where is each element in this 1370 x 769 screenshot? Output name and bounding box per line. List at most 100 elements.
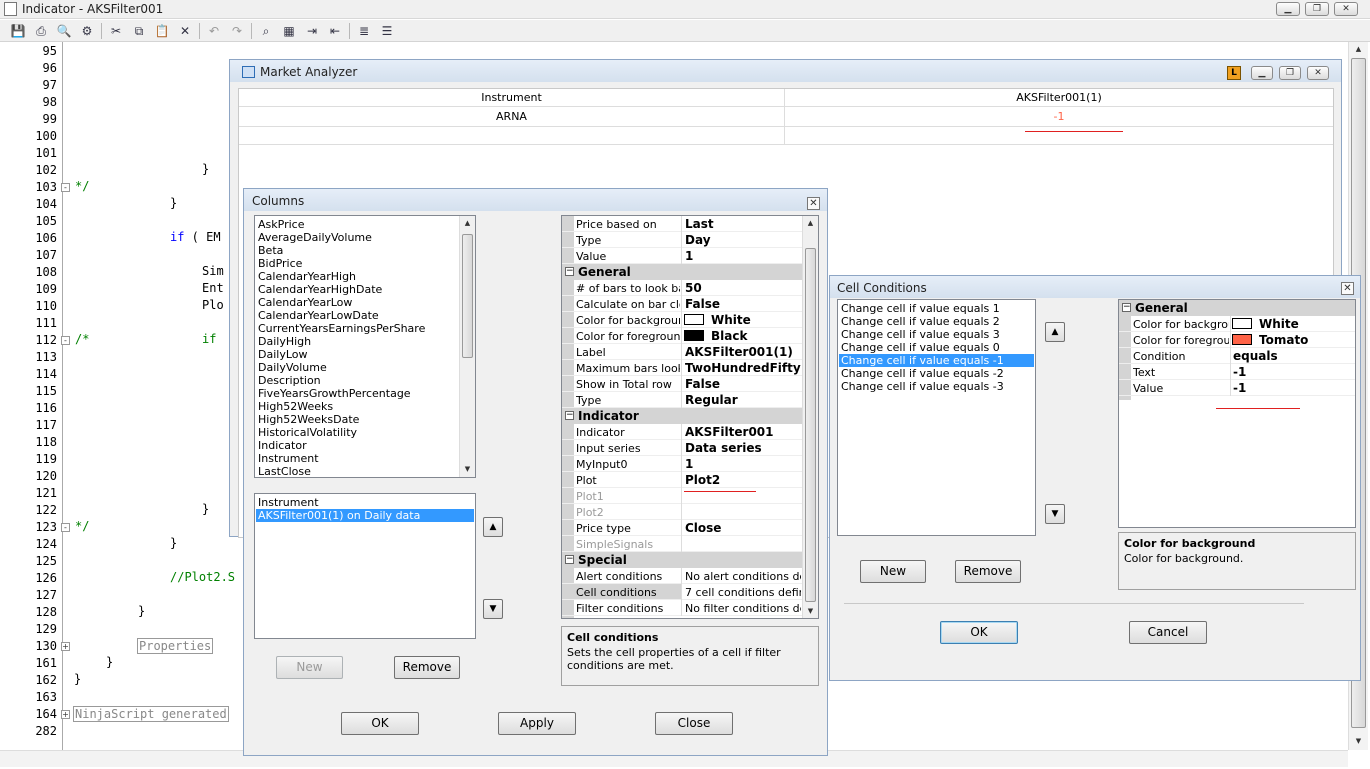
new-condition-button[interactable]: New — [860, 560, 926, 583]
list-item[interactable]: DailyLow — [258, 348, 308, 361]
property-row[interactable]: Color for background White — [1119, 316, 1355, 332]
list-item[interactable]: CalendarYearLowDate — [258, 309, 379, 322]
list-item[interactable]: Description — [258, 374, 321, 387]
property-row[interactable]: Label AKSFilter001(1) — [562, 344, 818, 360]
list-item[interactable]: HistoricalVolatility — [258, 426, 357, 439]
available-scrollbar[interactable]: ▲ ▼ — [459, 216, 475, 477]
property-row[interactable]: SimpleSignals — [562, 536, 818, 552]
cell-conditions-close-icon[interactable]: ✕ — [1341, 282, 1354, 295]
list-item[interactable]: LastClose — [258, 465, 311, 478]
category-general[interactable]: − General — [1119, 300, 1355, 316]
list-item[interactable]: High52WeeksDate — [258, 413, 359, 426]
fold-toggle-icon[interactable]: + — [61, 642, 70, 651]
print-preview-icon[interactable]: 🔍 — [56, 23, 72, 39]
scroll-down-icon[interactable]: ▼ — [460, 462, 475, 476]
delete-icon[interactable]: ✕ — [177, 23, 193, 39]
move-down-button[interactable]: ▼ — [483, 599, 503, 619]
scroll-thumb[interactable] — [805, 248, 816, 602]
property-row[interactable]: Input series Data series — [562, 440, 818, 456]
conditions-list[interactable]: Change cell if value equals 1 Change cell… — [837, 299, 1036, 536]
find-replace-icon[interactable]: ▦ — [281, 23, 297, 39]
property-row[interactable]: Color for backgroundWhite — [562, 312, 818, 328]
scroll-down-icon[interactable]: ▼ — [1349, 734, 1368, 748]
print-icon[interactable]: ⎙ — [33, 23, 49, 39]
ma-close-button[interactable]: ✕ — [1307, 66, 1329, 80]
columns-ok-button[interactable]: OK — [341, 712, 419, 735]
list-item[interactable]: BidPrice — [258, 257, 302, 270]
property-row[interactable]: Show in Total row False — [562, 376, 818, 392]
property-row[interactable]: Color for foreground Tomato — [1119, 332, 1355, 348]
cell-instrument[interactable]: ARNA — [239, 107, 785, 127]
list-item[interactable]: Instrument — [258, 496, 319, 509]
selected-columns-list[interactable]: Instrument AKSFilter001(1) on Daily data — [254, 493, 476, 639]
category-general[interactable]: − General — [562, 264, 818, 280]
property-row[interactable]: Plot Plot2 — [562, 472, 818, 488]
scroll-up-icon[interactable]: ▲ — [460, 216, 475, 230]
ma-maximize-button[interactable]: ❐ — [1279, 66, 1301, 80]
copy-icon[interactable]: ⧉ — [131, 23, 147, 39]
property-row[interactable]: Alert conditionsNo alert conditions defi… — [562, 568, 818, 584]
scroll-down-icon[interactable]: ▼ — [803, 604, 818, 618]
list-item-selected[interactable]: Change cell if value equals -1 — [839, 354, 1034, 367]
category-indicator[interactable]: − Indicator — [562, 408, 818, 424]
link-badge[interactable]: L — [1227, 66, 1241, 80]
fold-toggle-icon[interactable]: + — [61, 710, 70, 719]
column-header-filter[interactable]: AKSFilter001(1) — [785, 89, 1333, 107]
list-item[interactable]: CalendarYearHigh — [258, 270, 356, 283]
ma-minimize-button[interactable]: ▁ — [1251, 66, 1273, 80]
condition-up-button[interactable]: ▲ — [1045, 322, 1065, 342]
new-column-button[interactable]: New — [276, 656, 343, 679]
list-item[interactable]: AverageDailyVolume — [258, 231, 372, 244]
property-row[interactable]: # of bars to look back50 — [562, 280, 818, 296]
outdent-icon[interactable]: ⇤ — [327, 23, 343, 39]
remove-condition-button[interactable]: Remove — [955, 560, 1021, 583]
undo-icon[interactable]: ↶ — [206, 23, 222, 39]
property-row[interactable]: Type Day — [562, 232, 818, 248]
property-row[interactable]: Text -1 — [1119, 364, 1355, 380]
list-item[interactable]: Instrument — [258, 452, 319, 465]
paste-icon[interactable]: 📋 — [154, 23, 170, 39]
property-row[interactable]: Calculate on bar closeFalse — [562, 296, 818, 312]
property-scrollbar[interactable]: ▲ ▼ — [802, 216, 818, 618]
property-row[interactable]: Cell conditions7 cell conditions defined — [562, 584, 818, 600]
list-item[interactable]: FiveYearsGrowthPercentage — [258, 387, 411, 400]
list-item[interactable]: Change cell if value equals 2 — [841, 315, 1000, 328]
list-item[interactable]: Change cell if value equals 1 — [841, 302, 1000, 315]
fold-toggle-icon[interactable]: - — [61, 523, 70, 532]
property-row[interactable]: Filter conditionsNo filter conditions de… — [562, 600, 818, 616]
property-row[interactable]: Color for foreground Black — [562, 328, 818, 344]
comment-icon[interactable]: ≣ — [356, 23, 372, 39]
minimize-button[interactable]: ▁ — [1276, 2, 1300, 16]
fold-toggle-icon[interactable]: - — [61, 183, 70, 192]
available-columns-list[interactable]: AskPrice AverageDailyVolume Beta BidPrice Ca… — [254, 215, 476, 478]
property-row[interactable]: Value 1 — [562, 248, 818, 264]
condition-down-button[interactable]: ▼ — [1045, 504, 1065, 524]
close-button[interactable]: ✕ — [1334, 2, 1358, 16]
list-item[interactable]: CalendarYearLow — [258, 296, 352, 309]
list-item[interactable]: Change cell if value equals 3 — [841, 328, 1000, 341]
property-row[interactable]: Type Regular — [562, 392, 818, 408]
property-row[interactable]: Price type Close — [562, 520, 818, 536]
property-row[interactable]: MyInput0 1 — [562, 456, 818, 472]
property-row[interactable]: Plot2 — [562, 504, 818, 520]
cell-empty[interactable] — [785, 127, 1333, 145]
redo-icon[interactable]: ↷ — [229, 23, 245, 39]
condition-property-grid[interactable]: −General Color for background White Colo… — [1118, 299, 1356, 528]
list-item[interactable]: Beta — [258, 244, 283, 257]
scroll-thumb[interactable] — [462, 234, 473, 358]
list-item[interactable]: Indicator — [258, 439, 307, 452]
collapsed-region[interactable]: NinjaScript generated — [73, 706, 229, 722]
remove-column-button[interactable]: Remove — [394, 656, 460, 679]
collapsed-region[interactable]: Properties — [137, 638, 214, 654]
list-item-selected[interactable]: AKSFilter001(1) on Daily data — [256, 509, 474, 522]
columns-close-button[interactable]: Close — [655, 712, 733, 735]
property-row[interactable]: Indicator AKSFilter001 — [562, 424, 818, 440]
property-row[interactable]: Value -1 — [1119, 380, 1355, 396]
uncomment-icon[interactable]: ☰ — [379, 23, 395, 39]
save-icon[interactable]: 💾 — [10, 23, 26, 39]
list-item[interactable]: Change cell if value equals 0 — [841, 341, 1000, 354]
find-icon[interactable]: ⌕ — [258, 23, 274, 39]
move-up-button[interactable]: ▲ — [483, 517, 503, 537]
column-property-grid[interactable]: Price based on Last Type Day Value 1− General #… — [561, 215, 819, 619]
cut-icon[interactable]: ✂ — [108, 23, 124, 39]
